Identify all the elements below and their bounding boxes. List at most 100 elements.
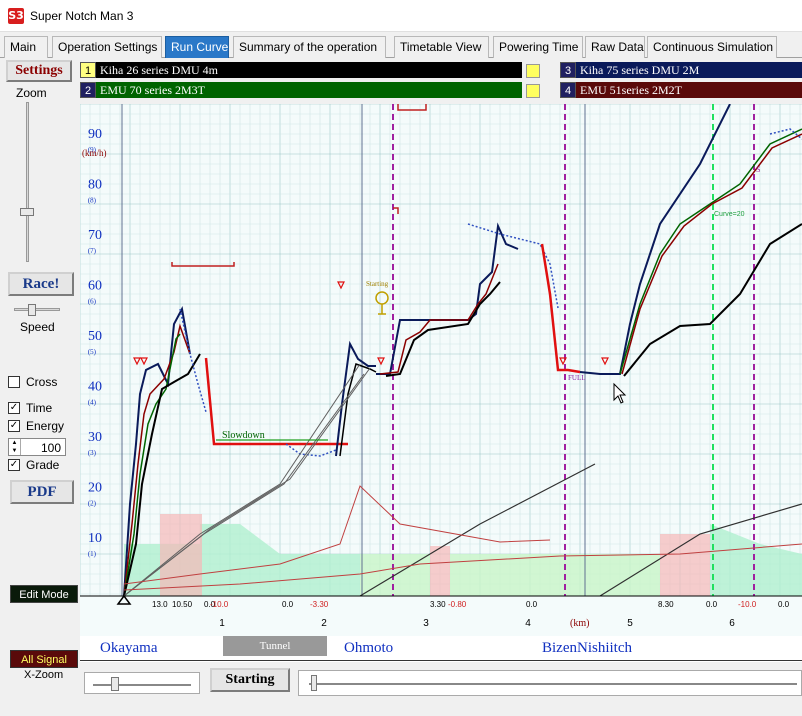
x-unit-label: (km) xyxy=(570,618,589,629)
y-tick-sublabel: (7) xyxy=(88,247,97,255)
grade-label: -10.0 xyxy=(210,600,229,609)
origin-marker-icon xyxy=(116,594,132,605)
tab-powering-time[interactable]: Powering Time xyxy=(493,36,583,58)
edit-mode-button[interactable]: Edit Mode xyxy=(10,585,78,603)
curve-annotation: Curve=20 xyxy=(714,211,745,218)
train-1-bar[interactable]: Kiha 26 series DMU 4m xyxy=(96,62,522,78)
s-annotation: S xyxy=(756,165,760,174)
cross-checkbox[interactable] xyxy=(8,376,20,388)
position-slider[interactable] xyxy=(298,670,802,696)
xzoom-slider[interactable] xyxy=(84,672,200,694)
train-3-number[interactable]: 3 xyxy=(560,62,576,78)
grade-label: 0.0 xyxy=(778,600,790,609)
train-3-bar[interactable]: Kiha 75 series DMU 2M xyxy=(576,62,802,78)
pdf-button[interactable]: PDF xyxy=(10,480,74,504)
y-axis-ticks: 90(9)80(8)70(7)60(6)50(5)40(4)30(3)20(2)… xyxy=(88,127,102,558)
zoom-slider-thumb[interactable] xyxy=(20,208,34,216)
y-tick-sublabel: (3) xyxy=(88,449,97,457)
y-tick-label: 80 xyxy=(88,178,102,193)
grade-label: 0.0 xyxy=(526,600,538,609)
train-2-color-swatch[interactable] xyxy=(526,84,540,98)
spinner-arrows-icon[interactable]: ▲ ▼ xyxy=(9,439,21,455)
slowdown-annotation: Slowdown xyxy=(222,430,265,441)
train-list: 1 Kiha 26 series DMU 4m 2 EMU 70 series … xyxy=(76,62,802,100)
y-tick-label: 20 xyxy=(88,481,102,496)
station-strip-divider xyxy=(80,660,802,661)
energy-checkbox[interactable]: ✓ xyxy=(8,420,20,432)
y-tick-sublabel: (8) xyxy=(88,197,97,205)
y-tick-sublabel: (5) xyxy=(88,348,97,356)
grade-label: 3.30 xyxy=(430,600,446,609)
run-curve-chart[interactable]: 90 (9) 80 (8) 70 (7) 60 (6) 50 (5) 40 (4) 30 (3) 20 (2)… xyxy=(80,104,802,636)
energy-label: Energy xyxy=(26,419,65,433)
grade-labels: 13.0 10.50 0.0 -10.0 0.0 -3.30 3.30 -0.80 0.0 8.3… xyxy=(152,600,790,609)
y-tick-label: 10 xyxy=(88,531,102,546)
train-4-bar[interactable]: EMU 51series 2M2T xyxy=(576,82,802,98)
tab-run-curve[interactable]: Run Curve xyxy=(165,36,229,58)
xzoom-slider-thumb[interactable] xyxy=(111,677,119,691)
run-curve-svg[interactable]: 90(9)80(8)70(7)60(6)50(5)40(4)30(3)20(2)… xyxy=(80,104,802,636)
y-tick-sublabel: (4) xyxy=(88,399,97,407)
grade-label: -0.80 xyxy=(448,600,467,609)
tab-continuous-simulation[interactable]: Continuous Simulation xyxy=(647,36,777,58)
starting-button[interactable]: Starting xyxy=(210,668,290,692)
position-slider-thumb[interactable] xyxy=(311,675,317,691)
grade-label: -10.0 xyxy=(738,600,757,609)
x-axis-ticks: 1 2 3 4 5 6 xyxy=(219,618,735,629)
tab-timetable-view[interactable]: Timetable View xyxy=(394,36,489,58)
window-title: Super Notch Man 3 xyxy=(30,9,134,23)
y-tick-sublabel: (1) xyxy=(88,550,97,558)
y-tick-sublabel: (2) xyxy=(88,500,97,508)
speed-slider[interactable] xyxy=(12,302,62,316)
station-okayama[interactable]: Okayama xyxy=(100,640,157,657)
tab-operation-settings[interactable]: Operation Settings xyxy=(52,36,162,58)
tunnel-segment: Tunnel xyxy=(223,636,327,656)
x-tick-label: 3 xyxy=(423,618,429,629)
y-tick-label: 90 xyxy=(88,127,102,142)
grade-label: Grade xyxy=(26,458,60,472)
y-tick-label: 30 xyxy=(88,430,102,445)
energy-spinner[interactable]: ▲ ▼ 100 xyxy=(8,438,66,456)
grade-label: 0.0 xyxy=(706,600,718,609)
train-4-number[interactable]: 4 xyxy=(560,82,576,98)
station-ohmoto[interactable]: Ohmoto xyxy=(344,640,393,657)
starting-annotation: Starting xyxy=(366,280,389,288)
x-tick-label: 5 xyxy=(627,618,633,629)
x-tick-label: 1 xyxy=(219,618,225,629)
race-button[interactable]: Race! xyxy=(8,272,74,296)
y-tick-label: 70 xyxy=(88,228,102,243)
grade-label: 8.30 xyxy=(658,600,674,609)
x-tick-label: 2 xyxy=(321,618,327,629)
settings-button[interactable]: Settings xyxy=(6,60,72,82)
train-1-color-swatch[interactable] xyxy=(526,64,540,78)
y-tick-label: 50 xyxy=(88,329,102,344)
speed-label: Speed xyxy=(20,320,55,334)
title-bar: S3 Super Notch Man 3 xyxy=(0,0,802,32)
full-annotation: FULL xyxy=(568,374,586,382)
time-checkbox[interactable]: ✓ xyxy=(8,402,20,414)
x-tick-label: 4 xyxy=(525,618,531,629)
station-strip: Okayama Tunnel Ohmoto BizenNishiitch xyxy=(80,636,802,662)
y-tick-label: 40 xyxy=(88,380,102,395)
x-tick-label: 6 xyxy=(729,618,735,629)
speed-slider-thumb[interactable] xyxy=(28,304,36,316)
app-window: S3 Super Notch Man 3 Main Operation Sett… xyxy=(0,0,802,716)
train-1-number[interactable]: 1 xyxy=(80,62,96,78)
zoom-slider[interactable] xyxy=(12,98,42,268)
tab-bar: Main Operation Settings Run Curve Summar… xyxy=(0,34,802,58)
tab-summary[interactable]: Summary of the operation xyxy=(233,36,386,58)
y-tick-sublabel: (6) xyxy=(88,298,97,306)
train-2-number[interactable]: 2 xyxy=(80,82,96,98)
tab-raw-data[interactable]: Raw Data xyxy=(585,36,645,58)
bottom-controls: Starting xyxy=(0,662,802,716)
y-tick-label: 60 xyxy=(88,279,102,294)
grade-checkbox[interactable]: ✓ xyxy=(8,459,20,471)
grade-label: -3.30 xyxy=(310,600,329,609)
station-bizen-nishiitch[interactable]: BizenNishiitch xyxy=(542,640,632,657)
train-2-bar[interactable]: EMU 70 series 2M3T xyxy=(96,82,522,98)
tab-main[interactable]: Main xyxy=(4,36,48,58)
mouse-cursor-icon xyxy=(613,382,627,404)
grade-label: 0.0 xyxy=(282,600,294,609)
starting-signal-icon xyxy=(375,291,389,315)
energy-value[interactable]: 100 xyxy=(41,441,61,455)
